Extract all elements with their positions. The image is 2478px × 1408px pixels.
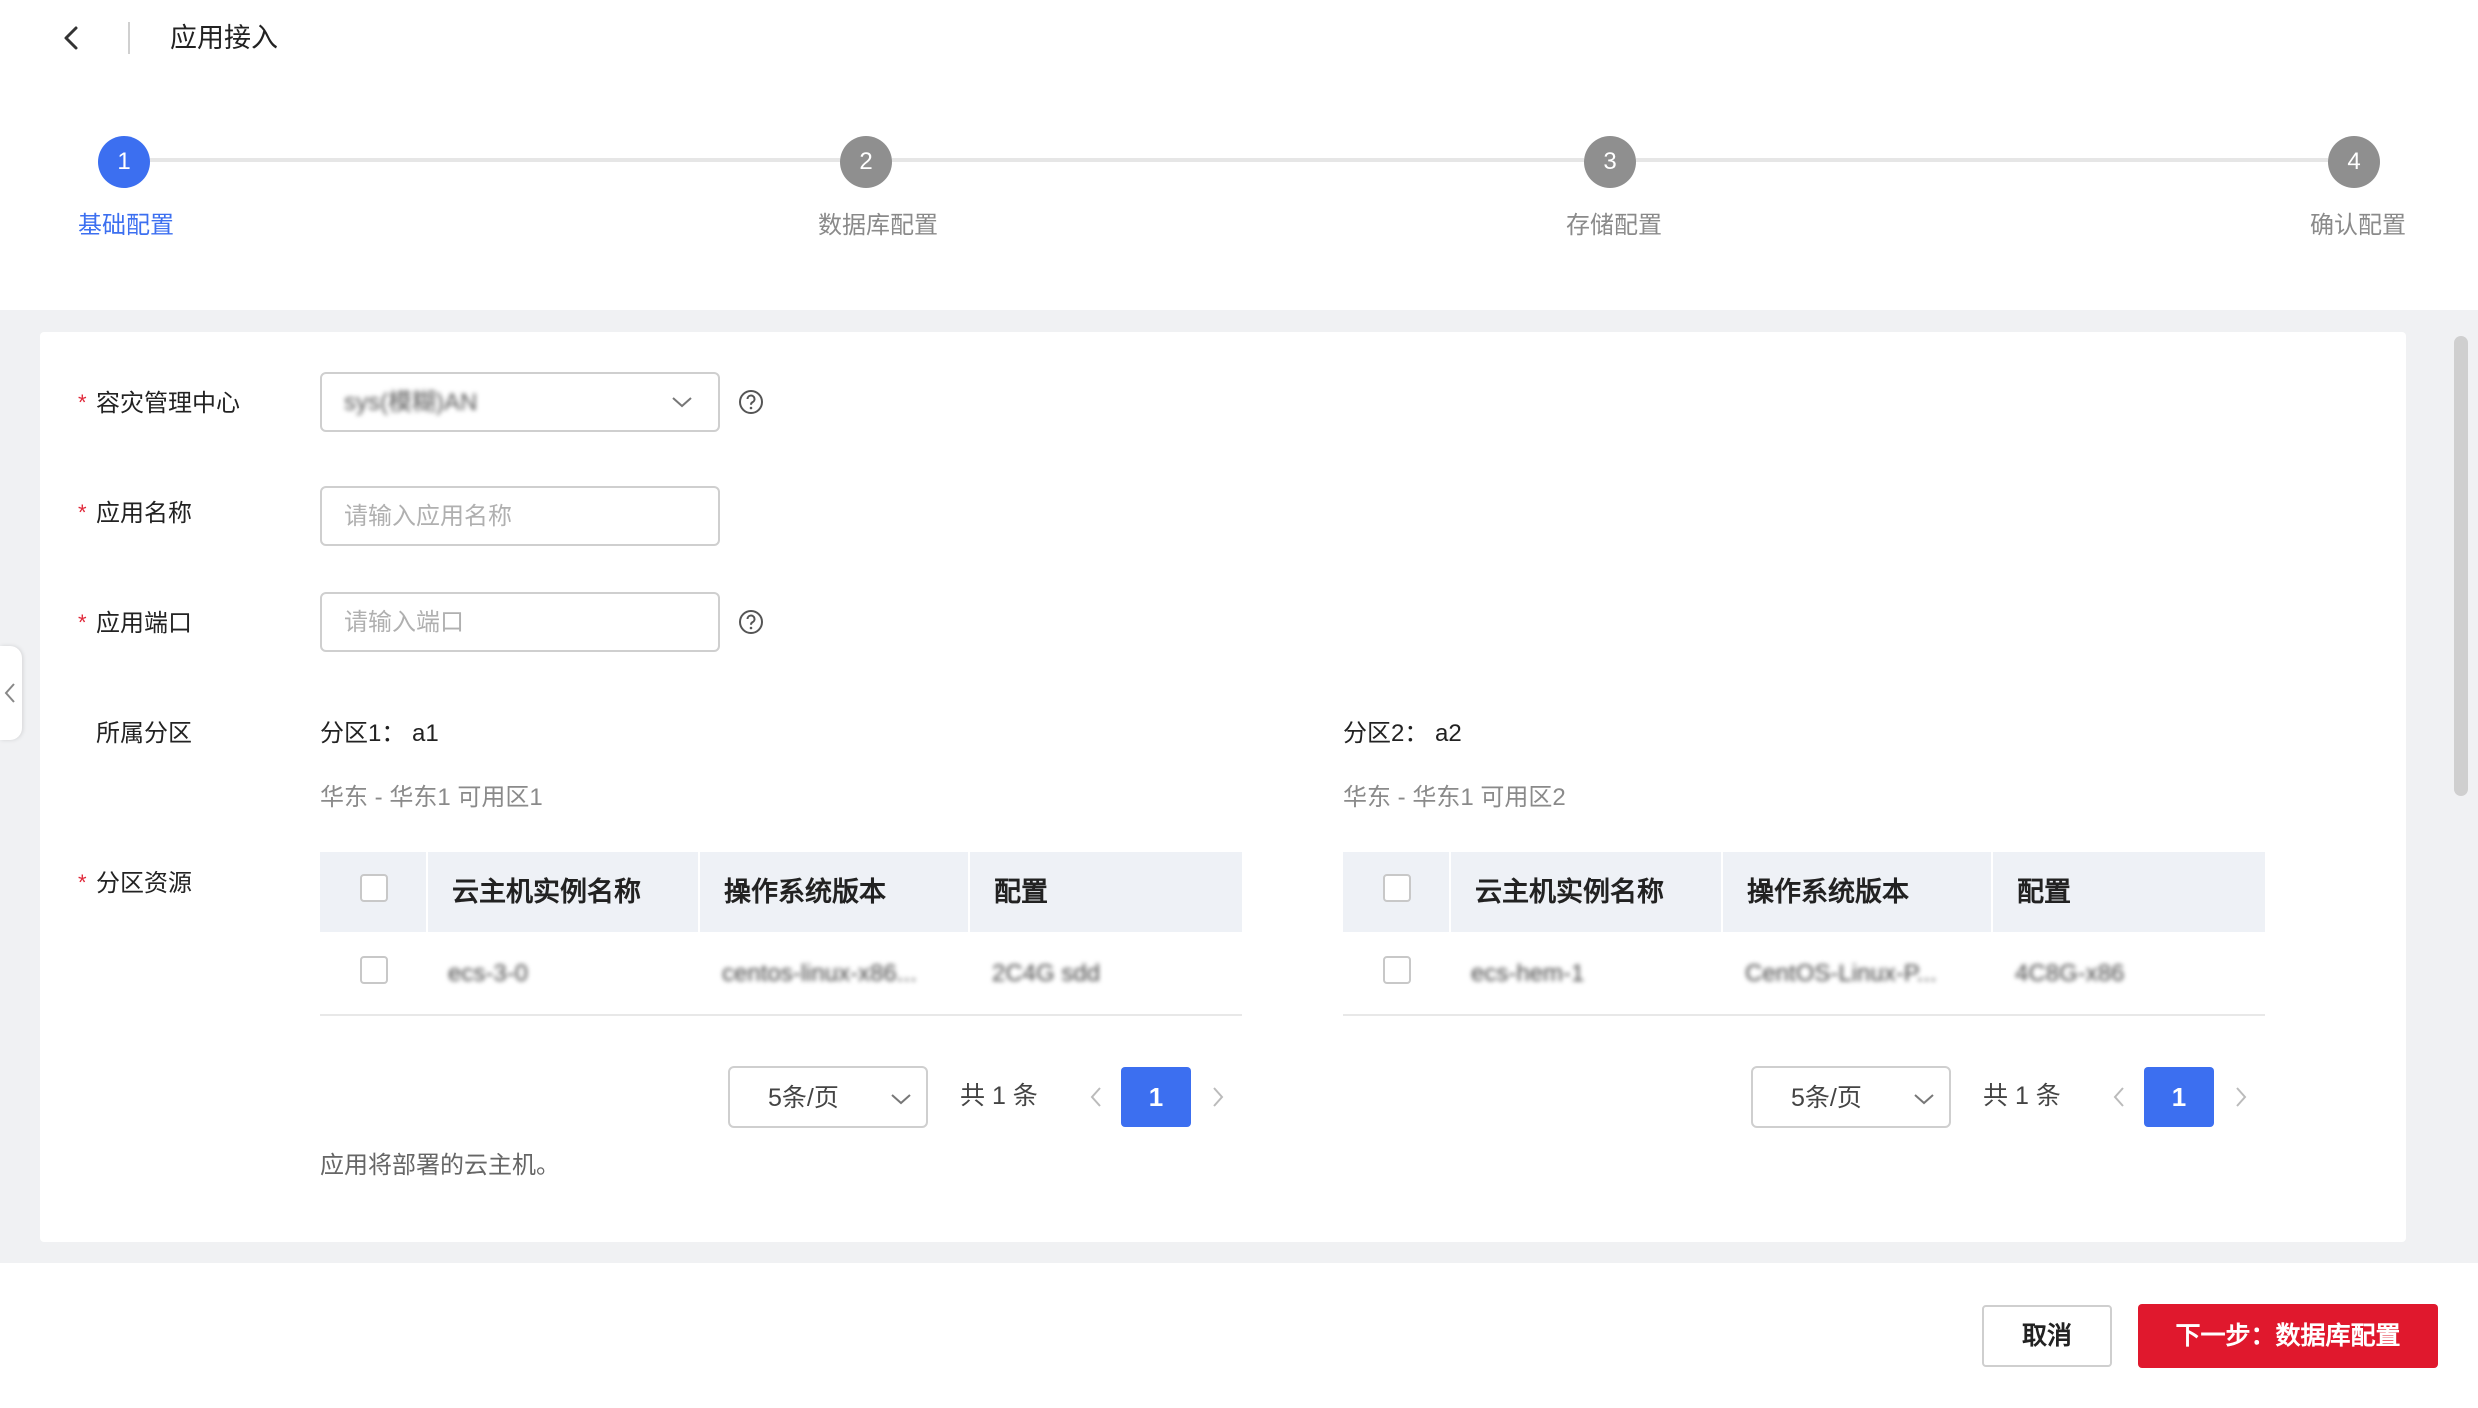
column-header-instance-name[interactable]: 云主机实例名称 bbox=[452, 852, 641, 932]
select-all-checkbox[interactable] bbox=[1383, 874, 1411, 902]
zone-2-title: 分区2： a2 bbox=[1343, 720, 1462, 747]
app-port-placeholder: 请输入端口 bbox=[344, 609, 464, 636]
chevron-left-icon bbox=[4, 683, 15, 703]
column-header-os-version[interactable]: 操作系统版本 bbox=[1747, 852, 1909, 932]
help-icon[interactable] bbox=[738, 389, 764, 415]
page-size-value: 5条/页 bbox=[768, 1084, 839, 1112]
app-name-label: 应用名称 bbox=[96, 500, 192, 527]
header-divider bbox=[128, 22, 130, 54]
help-icon[interactable] bbox=[738, 609, 764, 635]
required-mark: * bbox=[78, 390, 87, 415]
step-connector bbox=[1636, 158, 2328, 162]
step-2-label: 数据库配置 bbox=[818, 212, 938, 239]
step-indicator bbox=[0, 78, 2478, 310]
zones-label: 所属分区 bbox=[96, 720, 192, 747]
table-row[interactable]: ecs-3-0 centos-linux-x86... 2C4G sdd bbox=[320, 932, 1242, 1016]
column-separator bbox=[1721, 852, 1723, 932]
zone-2-region: 华东 - 华东1 可用区2 bbox=[1343, 784, 1566, 811]
page-header: 应用接入 bbox=[0, 0, 2478, 78]
chevron-down-icon bbox=[1914, 1094, 1934, 1105]
step-connector bbox=[892, 158, 1584, 162]
page-size-value: 5条/页 bbox=[1791, 1084, 1862, 1112]
column-separator bbox=[968, 852, 970, 932]
instance-name-cell: ecs-hem-1 bbox=[1471, 960, 1585, 987]
prev-page-icon[interactable] bbox=[2107, 1082, 2131, 1112]
table-header: 云主机实例名称 操作系统版本 配置 bbox=[1343, 852, 2265, 932]
step-4-label: 确认配置 bbox=[2310, 212, 2406, 239]
table-header: 云主机实例名称 操作系统版本 配置 bbox=[320, 852, 1242, 932]
instance-name-cell: ecs-3-0 bbox=[448, 960, 529, 987]
prev-page-icon[interactable] bbox=[1084, 1082, 1108, 1112]
dr-center-label: 容灾管理中心 bbox=[96, 390, 240, 417]
resources-hint: 应用将部署的云主机。 bbox=[320, 1152, 560, 1179]
column-header-config[interactable]: 配置 bbox=[2017, 852, 2071, 932]
step-connector bbox=[150, 158, 840, 162]
row-checkbox[interactable] bbox=[1383, 956, 1411, 984]
os-version-cell: CentOS-Linux-P... bbox=[1745, 960, 1937, 987]
current-page-button[interactable]: 1 bbox=[2144, 1067, 2214, 1127]
step-4-circle: 4 bbox=[2328, 136, 2380, 188]
table-row[interactable]: ecs-hem-1 CentOS-Linux-P... 4C8G-x86 bbox=[1343, 932, 2265, 1016]
zone-1-title: 分区1： a1 bbox=[320, 720, 439, 747]
resources-label: 分区资源 bbox=[96, 870, 192, 897]
column-separator bbox=[1991, 852, 1993, 932]
next-page-icon[interactable] bbox=[1206, 1082, 1230, 1112]
current-page-button[interactable]: 1 bbox=[1121, 1067, 1191, 1127]
next-step-button[interactable]: 下一步：数据库配置 bbox=[2138, 1304, 2438, 1368]
chevron-down-icon bbox=[672, 397, 692, 408]
config-cell: 4C8G-x86 bbox=[2015, 960, 2125, 987]
config-cell: 2C4G sdd bbox=[992, 960, 1101, 987]
column-header-config[interactable]: 配置 bbox=[994, 852, 1048, 932]
page-size-select[interactable]: 5条/页 bbox=[1751, 1066, 1951, 1128]
column-header-os-version[interactable]: 操作系统版本 bbox=[724, 852, 886, 932]
page-title: 应用接入 bbox=[170, 23, 278, 53]
step-1-label: 基础配置 bbox=[78, 212, 174, 239]
chevron-down-icon bbox=[891, 1094, 911, 1105]
app-name-placeholder: 请输入应用名称 bbox=[344, 503, 512, 530]
step-3-label: 存储配置 bbox=[1566, 212, 1662, 239]
step-1-circle: 1 bbox=[98, 136, 150, 188]
dr-center-value: sys(模糊)AN bbox=[344, 389, 478, 416]
cancel-button[interactable]: 取消 bbox=[1982, 1305, 2112, 1367]
total-count: 共 1 条 bbox=[960, 1082, 1038, 1110]
collapse-sidebar-tab[interactable] bbox=[0, 646, 22, 740]
total-count: 共 1 条 bbox=[1983, 1082, 2061, 1110]
back-arrow-icon[interactable] bbox=[56, 20, 88, 56]
dr-center-select[interactable]: sys(模糊)AN bbox=[320, 372, 720, 432]
app-name-field[interactable]: 请输入应用名称 bbox=[320, 486, 720, 546]
required-mark: * bbox=[78, 610, 87, 635]
scrollbar-thumb[interactable] bbox=[2454, 336, 2468, 796]
column-separator bbox=[698, 852, 700, 932]
zone-1-region: 华东 - 华东1 可用区1 bbox=[320, 784, 543, 811]
row-checkbox[interactable] bbox=[360, 956, 388, 984]
required-mark: * bbox=[78, 870, 87, 895]
app-port-label: 应用端口 bbox=[96, 610, 192, 637]
step-3-circle: 3 bbox=[1584, 136, 1636, 188]
page-size-select[interactable]: 5条/页 bbox=[728, 1066, 928, 1128]
column-separator bbox=[426, 852, 428, 932]
column-separator bbox=[1449, 852, 1451, 932]
required-mark: * bbox=[78, 500, 87, 525]
app-port-field[interactable]: 请输入端口 bbox=[320, 592, 720, 652]
select-all-checkbox[interactable] bbox=[360, 874, 388, 902]
os-version-cell: centos-linux-x86... bbox=[722, 960, 917, 987]
column-header-instance-name[interactable]: 云主机实例名称 bbox=[1475, 852, 1664, 932]
next-page-icon[interactable] bbox=[2229, 1082, 2253, 1112]
step-2-circle: 2 bbox=[840, 136, 892, 188]
